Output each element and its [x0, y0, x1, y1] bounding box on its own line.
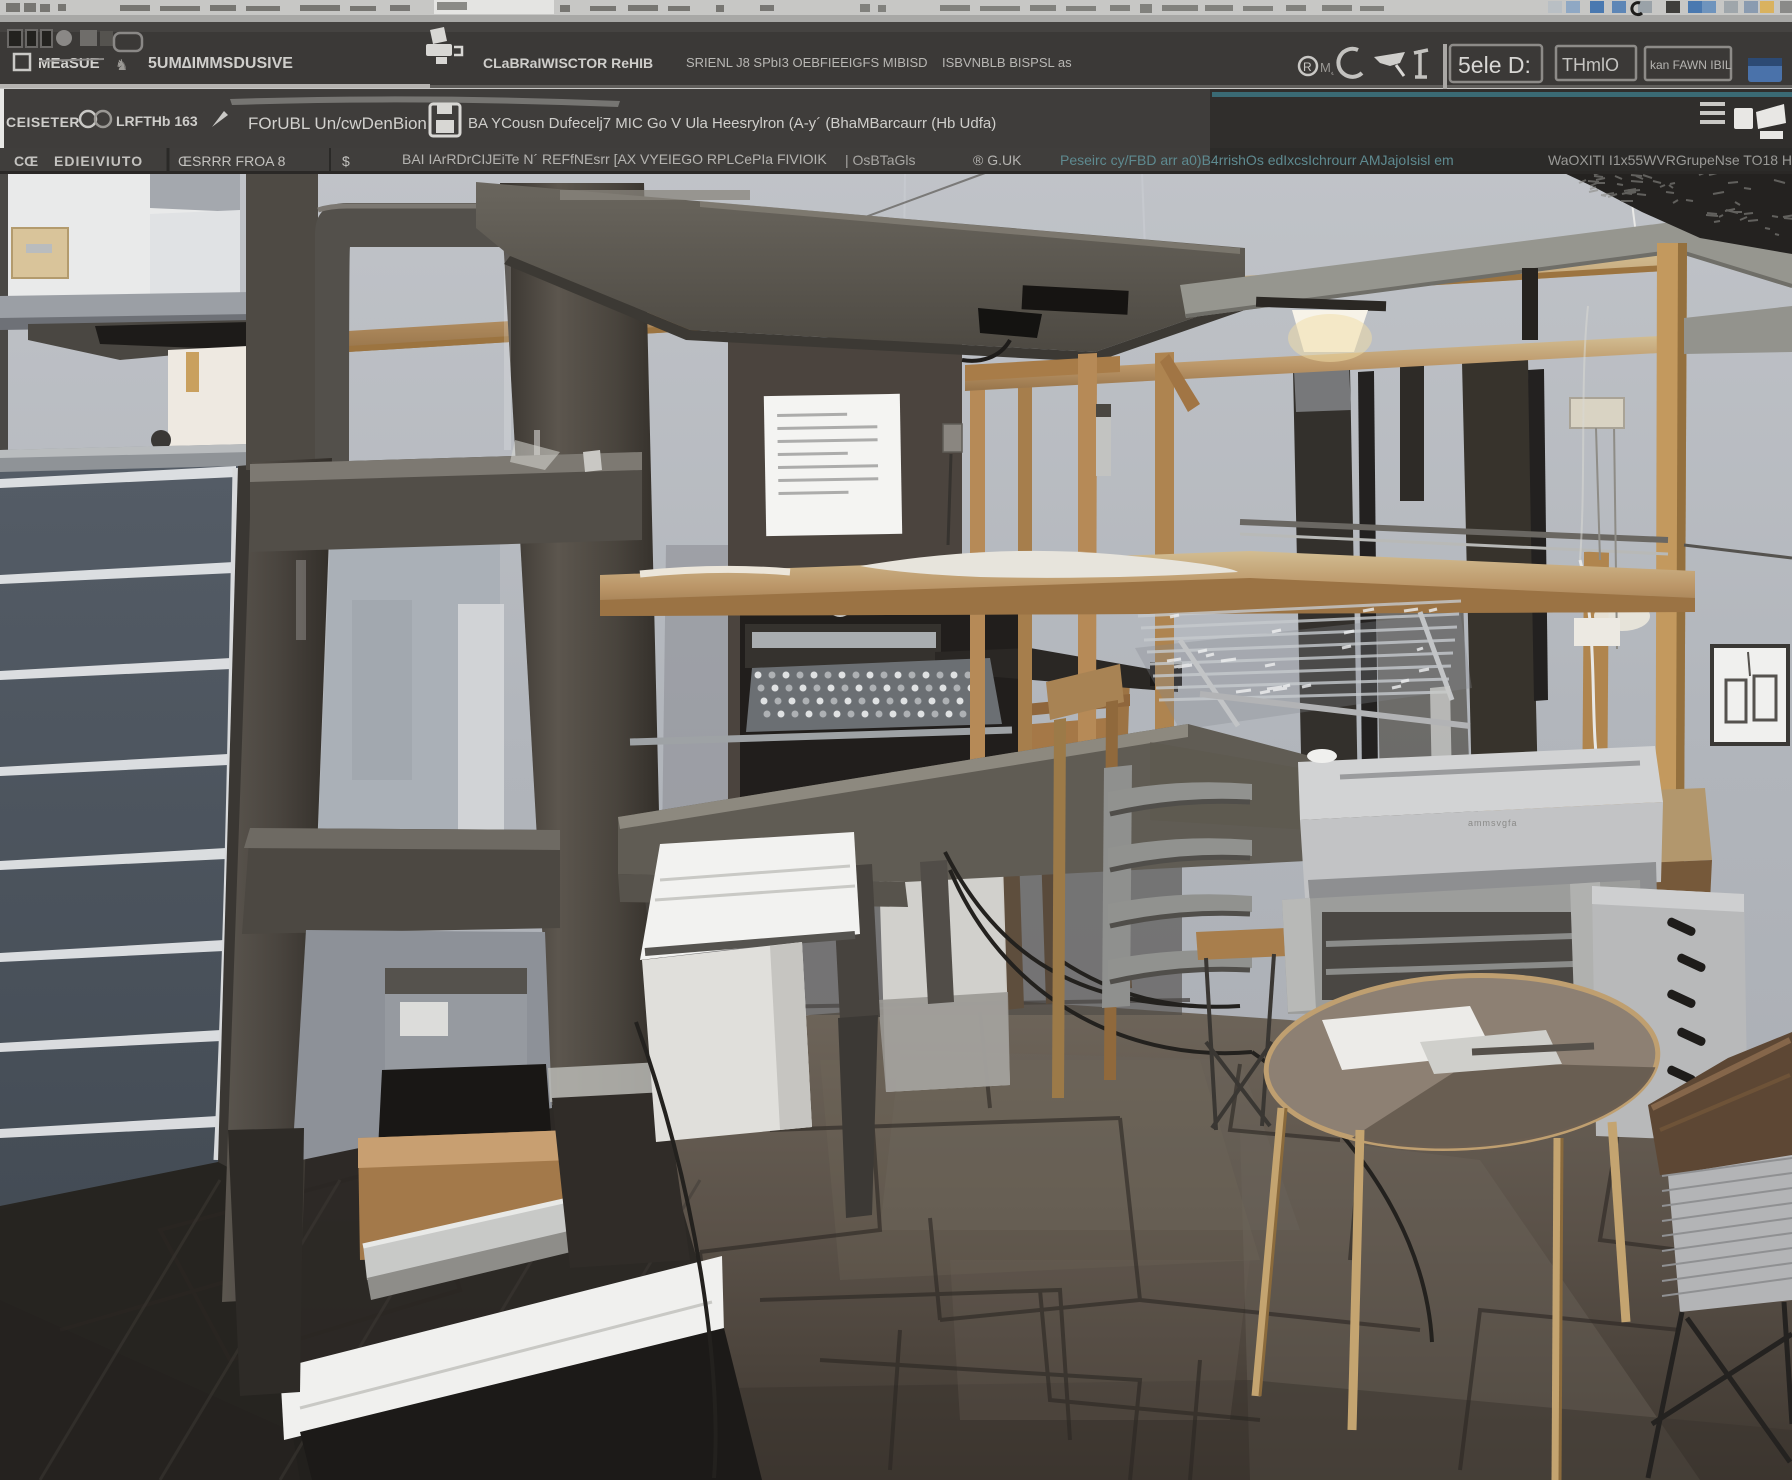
- svg-text:M˛: M˛: [1320, 60, 1335, 75]
- svg-text:BAI IArRDrCIJEiTe N´ REFfNEsr: BAI IArRDrCIJEiTe N´ REFfNEsrr [AX VYEIE…: [402, 151, 827, 167]
- svg-text:ammsvgfa: ammsvgfa: [1468, 818, 1518, 828]
- svg-text:5ele D:: 5ele D:: [1458, 52, 1531, 78]
- svg-text:WaOXITI I1x55WVRGrupeNse TO18: WaOXITI I1x55WVRGrupeNse TO18 HIOU: [1548, 152, 1792, 168]
- svg-text:CŒ: CŒ: [14, 153, 38, 169]
- svg-text:ISBVNBLB BISPSL as: ISBVNBLB BISPSL as: [942, 55, 1072, 70]
- svg-text:® G.UK: ® G.UK: [973, 152, 1022, 168]
- svg-text:MEaSUE: MEaSUE: [38, 55, 100, 72]
- svg-text:FOrUBL Un/cwDenBion: FOrUBL Un/cwDenBion: [248, 114, 427, 133]
- svg-text:CEISETER: CEISETER: [6, 114, 80, 130]
- svg-text:R: R: [1303, 60, 1312, 74]
- svg-text:ŒSRRR FROA 8: ŒSRRR FROA 8: [178, 153, 286, 169]
- svg-text:5UM∆IMMSDUSIVE: 5UM∆IMMSDUSIVE: [148, 55, 293, 72]
- svg-text:Peseirc cy/FBD arr a0)B4rrish: Peseirc cy/FBD arr a0)B4rrishOs edIxcsIc…: [1060, 152, 1454, 168]
- svg-text:CLaBRaIWISCTOR ReHIB: CLaBRaIWISCTOR ReHIB: [483, 55, 653, 71]
- svg-text:| OsBTaGls: | OsBTaGls: [845, 152, 916, 168]
- svg-text:$: $: [342, 153, 350, 169]
- svg-text:BA YCousn Dufecelj7 MIC Go V U: BA YCousn Dufecelj7 MIC Go V Ula Heesryl…: [468, 115, 996, 132]
- svg-text:kan FAWN IBIL: kan FAWN IBIL: [1650, 58, 1732, 72]
- svg-text:SRIENL J8 SPbI3 OEBFIEEIGFS MI: SRIENL J8 SPbI3 OEBFIEEIGFS MIBISD: [686, 55, 928, 70]
- svg-text:♞: ♞: [115, 57, 128, 74]
- svg-text:LRFTHb 163: LRFTHb 163: [116, 113, 198, 129]
- svg-text:EDIEIVIUTO: EDIEIVIUTO: [54, 153, 143, 169]
- svg-text:THmlO: THmlO: [1562, 55, 1619, 75]
